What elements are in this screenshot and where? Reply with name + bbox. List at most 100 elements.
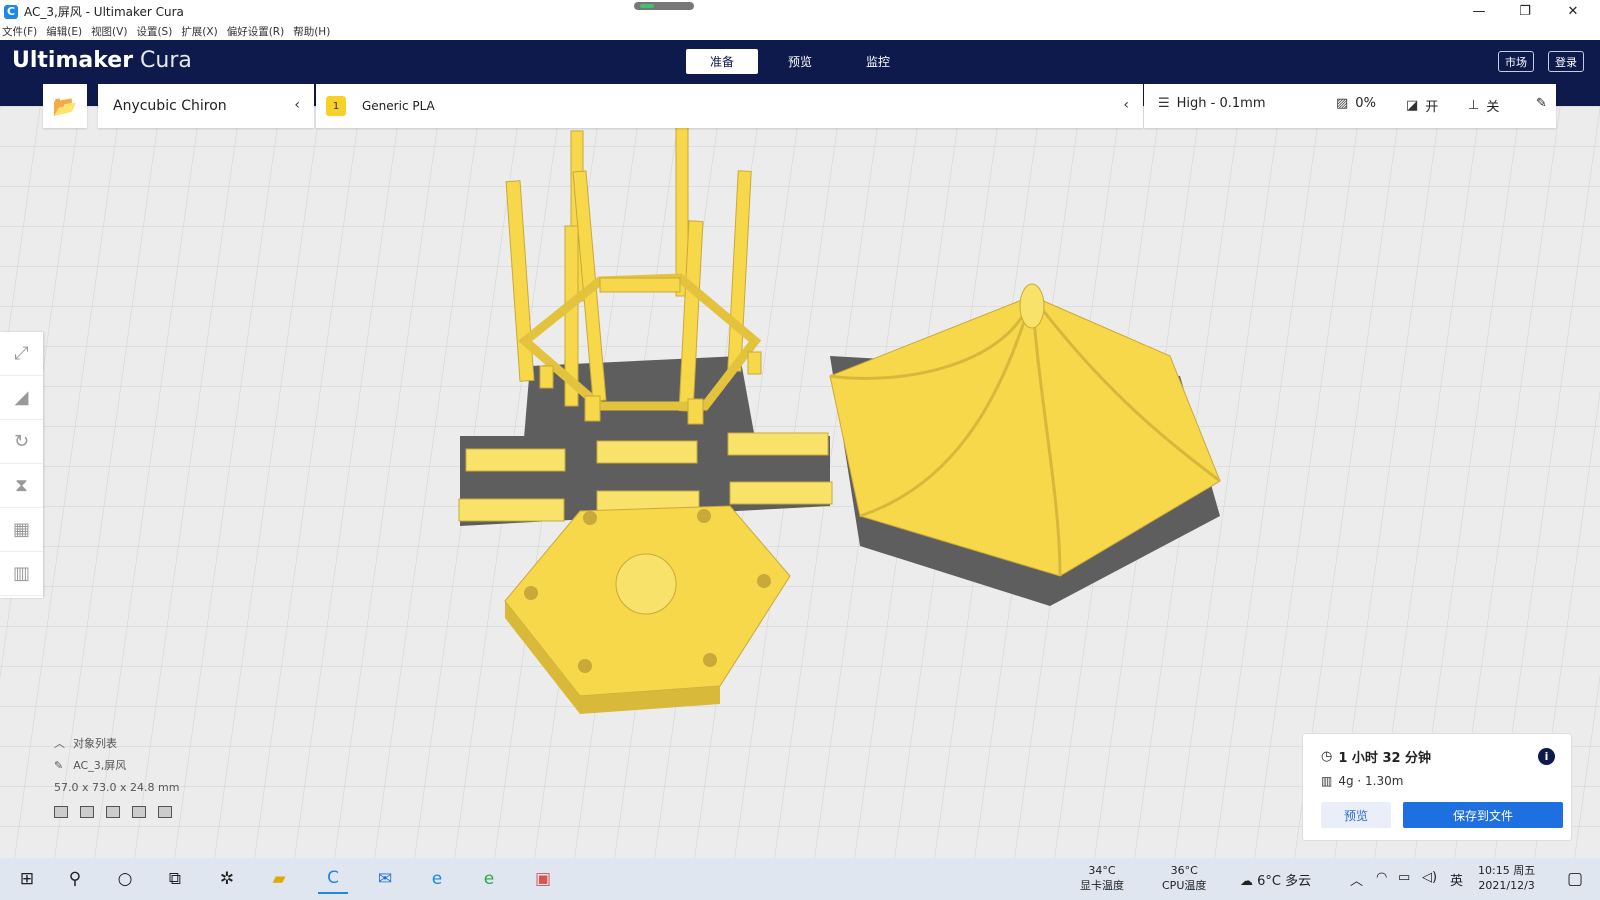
scale-tool-icon[interactable]: ◢ — [0, 376, 43, 420]
view-front-icon[interactable] — [80, 806, 94, 818]
brand-bold: Ultimaker — [12, 48, 134, 73]
view-3d-icon[interactable] — [54, 806, 68, 818]
ime-indicator[interactable]: 英 — [1450, 870, 1463, 889]
windows-taskbar: ⊞ ⚲ ○ ⧉ ✲ ▰ C ✉ e e ▣ 34°C 显卡温度 36°C CPU… — [0, 858, 1600, 900]
edge-icon[interactable]: e — [422, 864, 452, 894]
task-view-icon[interactable]: ⧉ — [160, 864, 190, 894]
notification-icon[interactable]: ▢ — [1560, 864, 1590, 894]
extruder-badge: 1 — [326, 96, 346, 116]
menu-settings[interactable]: 设置(S) — [136, 24, 172, 39]
menu-edit[interactable]: 编辑(E) — [46, 24, 82, 39]
battery-icon[interactable]: ▭ — [1398, 870, 1410, 885]
infill-setting: ▨ 0% — [1336, 96, 1376, 111]
cortana-icon[interactable]: ○ — [110, 864, 140, 894]
rotate-tool-icon[interactable]: ↻ — [0, 420, 43, 464]
media-app-icon[interactable]: ▣ — [528, 864, 558, 894]
tab-monitor[interactable]: 监控 — [842, 49, 914, 74]
network-icon[interactable]: ◠ — [1376, 870, 1387, 885]
stage-tabs: 准备 预览 监控 — [686, 49, 920, 74]
object-dimensions: 57.0 x 73.0 x 24.8 mm — [54, 780, 180, 794]
profile-name: High - 0.1mm — [1176, 96, 1266, 111]
cpu-temperature: 36°C CPU温度 — [1162, 863, 1206, 893]
object-list-item[interactable]: ✎ AC_3,屏风 — [54, 754, 179, 776]
pencil-icon[interactable]: ✎ — [1536, 96, 1547, 111]
tab-preview[interactable]: 预览 — [764, 49, 836, 74]
spool-icon: ▥ — [1321, 774, 1333, 788]
menu-bar: 文件(F) 编辑(E) 视图(V) 设置(S) 扩展(X) 偏好设置(R) 帮助… — [0, 23, 1600, 40]
restore-button[interactable]: ❐ — [1502, 0, 1548, 23]
infill-value: 0% — [1355, 96, 1376, 111]
browser-icon[interactable]: e — [474, 864, 504, 894]
info-icon[interactable]: i — [1538, 748, 1555, 765]
chevron-left-icon: ‹ — [1123, 97, 1129, 113]
cura-taskbar-icon[interactable]: C — [318, 864, 348, 894]
support-blocker-icon[interactable]: ▥ — [0, 552, 43, 596]
material-usage-value: 4g · 1.30m — [1338, 774, 1404, 788]
view-left-icon[interactable] — [132, 806, 146, 818]
file-explorer-icon[interactable]: ▰ — [264, 864, 294, 894]
view-right-icon[interactable] — [158, 806, 172, 818]
mail-icon[interactable]: ✉ — [370, 864, 400, 894]
gpu-temp-value: 34°C — [1088, 864, 1116, 877]
camera-view-buttons — [54, 806, 179, 818]
menu-extensions[interactable]: 扩展(X) — [181, 24, 217, 39]
move-tool-icon[interactable]: ⤢ — [0, 332, 43, 376]
support-icon: ◪ — [1406, 98, 1419, 113]
menu-file[interactable]: 文件(F) — [2, 24, 37, 39]
app-icon-pinned[interactable]: ✲ — [212, 864, 242, 894]
marketplace-button[interactable]: 市场 — [1498, 51, 1534, 72]
tool-sidebar: ⤢ ◢ ↻ ⧗ ▦ ▥ — [0, 332, 43, 598]
gpu-temp-label: 显卡温度 — [1080, 879, 1124, 892]
printer-selector[interactable]: Anycubic Chiron ‹ — [98, 84, 314, 128]
search-icon[interactable]: ⚲ — [60, 864, 90, 894]
profile-setting: ☰ High - 0.1mm — [1158, 96, 1266, 111]
object-list-label: 对象列表 — [73, 737, 117, 750]
brand-logo: Ultimaker Cura — [12, 48, 192, 73]
print-summary-panel: ◷ 1 小时 32 分钟 i ▥ 4g · 1.30m 预览 保存到文件 — [1302, 733, 1572, 841]
volume-icon[interactable]: ◁) — [1422, 870, 1437, 885]
menu-preferences[interactable]: 偏好设置(R) — [227, 24, 285, 39]
cpu-temp-value: 36°C — [1170, 864, 1198, 877]
profile-icon: ☰ — [1158, 96, 1170, 111]
clock[interactable]: 10:15 周五 2021/12/3 — [1478, 863, 1535, 893]
minimize-button[interactable]: — — [1456, 0, 1502, 23]
per-model-settings-icon[interactable]: ▦ — [0, 508, 43, 552]
infill-icon: ▨ — [1336, 96, 1349, 111]
brand-light: Cura — [140, 48, 192, 73]
tray-chevron-icon[interactable]: ︿ — [1350, 870, 1363, 889]
tab-prepare[interactable]: 准备 — [686, 49, 758, 74]
view-top-icon[interactable] — [106, 806, 120, 818]
print-time: ◷ 1 小时 32 分钟 — [1321, 747, 1431, 766]
object-list-panel: ︿ 对象列表 ✎ AC_3,屏风 57.0 x 73.0 x 24.8 mm — [54, 732, 179, 818]
mirror-tool-icon[interactable]: ⧗ — [0, 464, 43, 508]
folder-icon: 📂 — [52, 94, 78, 118]
printer-name: Anycubic Chiron — [113, 98, 227, 114]
print-settings-selector[interactable]: ☰ High - 0.1mm ▨ 0% ◪ 开 ⊥ 关 ✎ — [1144, 84, 1556, 128]
window-titlebar: C AC_3,屏风 - Ultimaker Cura — ❐ ✕ — [0, 0, 1600, 23]
print-time-value: 1 小时 32 分钟 — [1338, 751, 1432, 766]
windows-start-icon[interactable]: ⊞ — [12, 864, 42, 894]
object-list-toggle[interactable]: ︿ 对象列表 — [54, 732, 179, 754]
login-button[interactable]: 登录 — [1548, 51, 1584, 72]
object-name: AC_3,屏风 — [73, 759, 127, 772]
material-selector[interactable]: 1 Generic PLA ‹ — [316, 84, 1143, 128]
open-file-button[interactable]: 📂 — [43, 84, 87, 128]
save-to-file-button[interactable]: 保存到文件 — [1403, 802, 1563, 828]
cloud-icon: ☁ — [1240, 874, 1253, 889]
chevron-up-icon: ︿ — [54, 737, 65, 750]
adhesion-setting: ⊥ 关 — [1468, 96, 1499, 115]
cura-app-icon: C — [4, 4, 18, 19]
clock-time: 10:15 周五 — [1478, 864, 1536, 877]
weather-widget[interactable]: ☁ 6°C 多云 — [1240, 870, 1311, 889]
window-drag-indicator — [634, 2, 694, 10]
menu-help[interactable]: 帮助(H) — [293, 24, 330, 39]
close-button[interactable]: ✕ — [1550, 0, 1596, 23]
adhesion-icon: ⊥ — [1468, 98, 1480, 113]
pencil-icon: ✎ — [54, 758, 64, 772]
menu-view[interactable]: 视图(V) — [91, 24, 127, 39]
preview-button[interactable]: 预览 — [1321, 802, 1391, 828]
cpu-temp-label: CPU温度 — [1162, 879, 1207, 892]
support-setting: ◪ 开 — [1406, 96, 1438, 115]
material-usage: ▥ 4g · 1.30m — [1321, 774, 1403, 788]
weather-value: 6°C 多云 — [1257, 874, 1312, 889]
